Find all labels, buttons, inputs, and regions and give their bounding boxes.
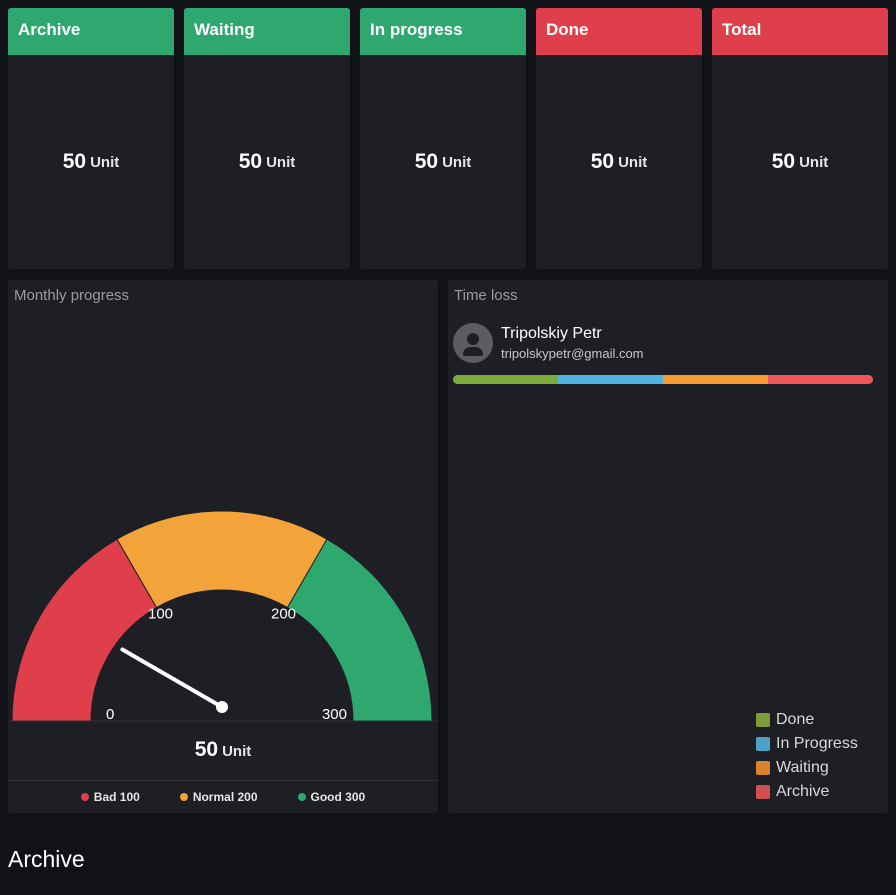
stat-card-body: 50 Unit (8, 55, 174, 269)
legend-item-waiting[interactable]: Waiting (756, 756, 858, 780)
stat-unit: Unit (799, 153, 829, 171)
stat-card-done: Done 50 Unit (536, 8, 702, 269)
gauge-value: 50 Unit (8, 738, 438, 762)
stat-card-archive: Archive 50 Unit (8, 8, 174, 269)
time-bar-segment (558, 375, 663, 384)
legend-label: In Progress (776, 735, 858, 752)
legend-swatch (756, 737, 770, 751)
stat-value: 50 (62, 150, 87, 173)
user-email: tripolskypetr@gmail.com (501, 346, 644, 361)
stat-unit: Unit (90, 153, 120, 171)
user-name: Tripolskiy Petr (501, 325, 602, 342)
gauge-value-unit: Unit (222, 743, 252, 760)
legend-item-archive[interactable]: Archive (756, 780, 858, 804)
monthly-progress-panel: Monthly progress 0 100 200 300 50 Unit Bad 1… (8, 280, 438, 813)
stat-card-body: 50 Unit (536, 55, 702, 269)
legend-item-in-progress[interactable]: In Progress (756, 732, 858, 756)
gauge-bands (11, 510, 433, 722)
time-loss-bar (453, 375, 873, 384)
legend-item-bad[interactable]: Bad 100 (80, 790, 140, 804)
legend-item-done[interactable]: Done (756, 708, 858, 732)
time-bar-segment (768, 375, 873, 384)
legend-label: Waiting (776, 759, 829, 776)
legend-label: Bad 100 (93, 790, 140, 804)
legend-item-normal[interactable]: Normal 200 (179, 790, 258, 804)
section-title: Archive (8, 846, 85, 872)
gauge-chart: 0 100 200 300 (8, 510, 438, 723)
legend-swatch (756, 761, 770, 775)
legend-dot (80, 793, 89, 801)
stat-card-title: Total (712, 8, 888, 55)
gauge-tick-label: 100 (148, 605, 173, 622)
stat-card-body: 50 Unit (360, 55, 526, 269)
stat-unit: Unit (266, 153, 296, 171)
stat-value: 50 (238, 150, 263, 173)
legend-dot (297, 793, 306, 801)
stat-unit: Unit (442, 153, 472, 171)
time-bar-segment (453, 375, 558, 384)
legend-label: Done (776, 711, 815, 728)
legend-dot (179, 793, 188, 801)
stat-card-title: Archive (8, 8, 174, 55)
gauge-tick-label: 200 (271, 605, 296, 622)
stat-card-title: Waiting (184, 8, 350, 55)
legend-item-good[interactable]: Good 300 (297, 790, 366, 804)
stat-card-waiting: Waiting 50 Unit (184, 8, 350, 269)
gauge-needle-hub (216, 701, 228, 713)
stat-card-title: Done (536, 8, 702, 55)
legend-swatch (756, 713, 770, 727)
time-loss-panel: Time loss Tripolskiy Petr tripolskypetr@… (448, 280, 888, 813)
stat-value: 50 (414, 150, 439, 173)
stat-card-total: Total 50 Unit (712, 8, 888, 269)
stat-card-title: In progress (360, 8, 526, 55)
stat-value: 50 (590, 150, 615, 173)
stat-card-body: 50 Unit (712, 55, 888, 269)
legend-swatch (756, 785, 770, 799)
gauge-value-number: 50 (194, 738, 219, 761)
panel-title: Time loss (454, 287, 518, 304)
gauge-tick-label: 300 (322, 706, 347, 723)
gauge-tick-label: 0 (106, 706, 114, 723)
legend-label: Good 300 (310, 790, 366, 804)
time-loss-legend: Done In Progress Waiting Archive (756, 708, 858, 804)
stat-unit: Unit (618, 153, 648, 171)
person-icon (453, 323, 493, 363)
legend-label: Archive (776, 783, 830, 800)
gauge-legend: Bad 100 Normal 200 Good 300 (8, 780, 438, 813)
legend-label: Normal 200 (192, 790, 258, 804)
stat-value: 50 (771, 150, 796, 173)
time-bar-segment (663, 375, 768, 384)
stat-card-body: 50 Unit (184, 55, 350, 269)
gauge-needle (120, 647, 224, 709)
user-info: Tripolskiy Petr tripolskypetr@gmail.com (453, 323, 644, 363)
stat-card-in-progress: In progress 50 Unit (360, 8, 526, 269)
